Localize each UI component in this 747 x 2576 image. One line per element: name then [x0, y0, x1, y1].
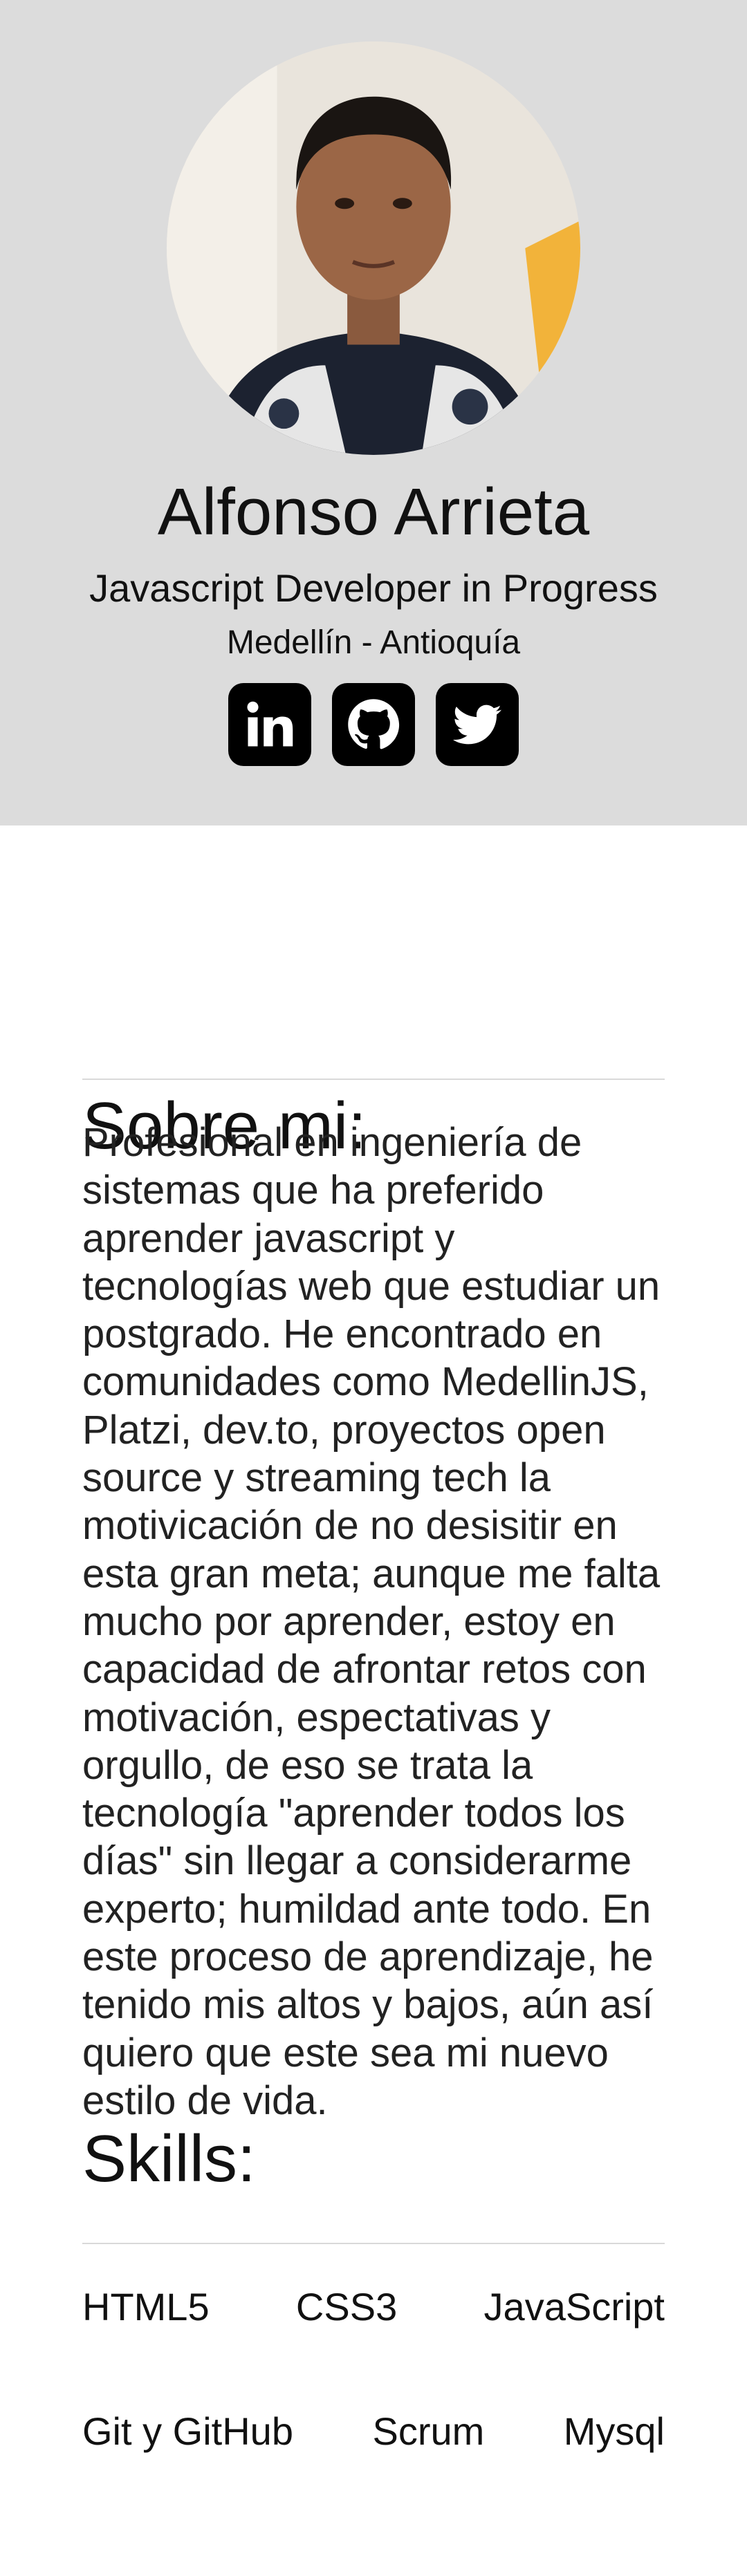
skill-item: Mysql: [563, 2409, 665, 2453]
profile-role: Javascript Developer in Progress: [89, 566, 658, 610]
social-links: [0, 683, 747, 766]
github-icon: [348, 699, 400, 749]
avatar-photo: [167, 41, 580, 455]
skill-item: Scrum: [372, 2409, 485, 2453]
skills-divider: [82, 2243, 665, 2244]
skills-row-2: Git y GitHub Scrum Mysql: [82, 2409, 665, 2454]
twitter-link[interactable]: [436, 683, 519, 766]
about-divider: [82, 1079, 665, 1080]
github-link[interactable]: [332, 683, 415, 766]
skill-item: HTML5: [82, 2285, 210, 2328]
linkedin-link[interactable]: [228, 683, 311, 766]
about-text: Profesional en ingeniería de sistemas qu…: [82, 1120, 661, 2123]
skills-row-1: HTML5 CSS3 JavaScript: [82, 2284, 665, 2329]
twitter-icon: [453, 704, 501, 745]
skill-item: CSS3: [295, 2285, 398, 2328]
profile-name: Alfonso Arrieta: [157, 475, 590, 549]
skill-item: Git y GitHub: [82, 2409, 293, 2453]
skills-title: Skills:: [82, 2122, 256, 2196]
linkedin-icon: [247, 701, 293, 747]
profile-header: Alfonso Arrieta Javascript Developer in …: [0, 0, 747, 825]
skill-item: JavaScript: [483, 2285, 665, 2328]
avatar: [167, 41, 580, 455]
profile-location: Medellín - Antioquía: [226, 624, 521, 661]
